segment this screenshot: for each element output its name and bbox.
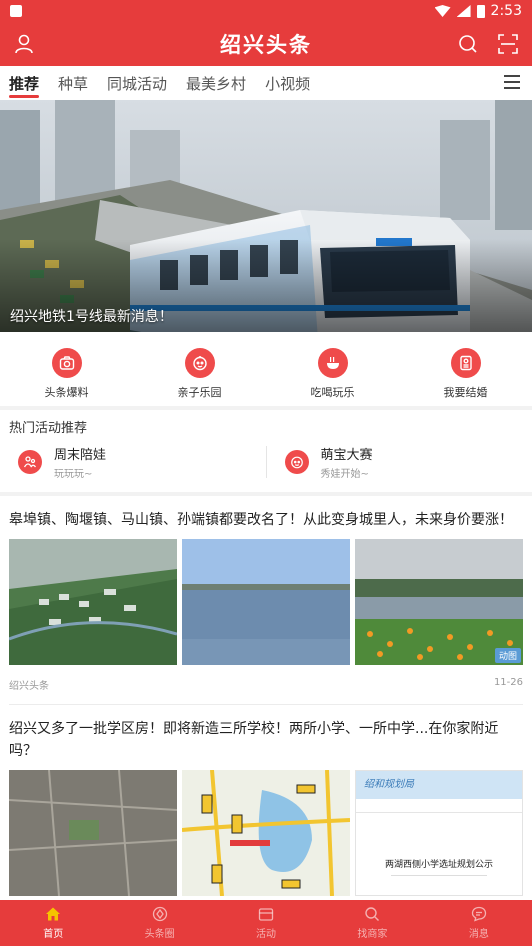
tab-recommend[interactable]: 推荐 [9,66,40,100]
bowl-icon [317,348,348,378]
app-bar: 绍兴头条 [0,22,532,66]
status-time: 2:53 [490,3,522,19]
baby-face-icon [184,348,215,378]
activity-subtitle: 秀娃开始~ [320,469,369,480]
banner-caption: 绍兴地铁1号线最新消息！ [10,309,173,325]
menu-icon[interactable] [504,75,520,89]
hot-activities: 热门活动推荐 周末陪娃 玩玩玩~ 萌宝大赛 秀娃开始~ [0,410,532,492]
notification-icon [10,5,22,17]
nav-label: 活动 [256,929,277,940]
home-icon [46,907,61,921]
shortcut-food-fun[interactable]: 吃喝玩乐 [266,332,399,406]
article-image-river [182,539,350,665]
shortcut-label: 吃喝玩乐 [310,386,355,399]
nav-home[interactable]: 首页 [0,900,106,946]
document-icon [450,348,481,378]
baby-face-icon [284,450,309,474]
shortcut-wedding[interactable]: 我要结婚 [399,332,532,406]
article-image-satellite [9,770,177,896]
calendar-icon [258,908,274,921]
person-icon[interactable] [12,32,36,56]
article-image-aerial [9,539,177,665]
chat-icon [471,906,486,922]
nav-label: 头条圈 [144,929,175,940]
news-article[interactable]: 绍兴又多了一批学区房！即将新造三所学校！两所小学、一所中学...在你家附近吗？ [0,705,532,896]
family-icon [18,450,42,474]
activity-title: 萌宝大赛 [320,448,373,463]
tab-zhongcao[interactable]: 种草 [58,66,88,100]
nav-events[interactable]: 活动 [213,900,319,946]
compass-icon [152,906,167,922]
battery-icon [476,4,485,18]
channel-tabs: 推荐 种草 同城活动 最美乡村 小视频 [0,66,532,100]
doc-header: 绍和规划局 [356,771,522,799]
article-image-map [182,770,350,896]
shortcut-news-tip[interactable]: 头条爆料 [0,332,133,406]
activity-weekend-kids[interactable]: 周末陪娃 玩玩玩~ [0,446,266,480]
article-date: 11-26 [493,677,523,688]
nav-label: 消息 [468,929,489,940]
nav-messages[interactable]: 消息 [426,900,532,946]
wifi-icon [434,5,451,17]
shortcut-kids-park[interactable]: 亲子乐园 [133,332,266,406]
article-headline: 绍兴又多了一批学区房！即将新造三所学校！两所小学、一所中学...在你家附近吗？ [9,721,499,759]
search-icon[interactable] [456,32,480,56]
metro-train-image [0,100,532,332]
app-title: 绍兴头条 [220,32,312,57]
shortcut-label: 亲子乐园 [177,386,222,399]
status-bar: 2:53 [0,0,532,22]
banner-carousel[interactable]: 绍兴地铁1号线最新消息！ [0,100,532,332]
article-headline: 皋埠镇、陶堰镇、马山镇、孙端镇都要改名了！从此变身城里人，未来身价要涨！ [9,512,513,528]
doc-title: 两湖西侧小学选址规划公示 [384,860,493,870]
search-icon [365,907,380,921]
nav-label: 找商家 [357,929,388,940]
article-image-flowers: 动图 [355,539,523,665]
activity-title: 周末陪娃 [54,448,107,463]
tab-villages[interactable]: 最美乡村 [186,66,246,100]
nav-circle[interactable]: 头条圈 [106,900,212,946]
bottom-nav: 首页 头条圈 活动 找商家 消息 [0,900,532,946]
scan-icon[interactable] [496,32,520,56]
activity-subtitle: 玩玩玩~ [54,469,93,480]
shortcut-grid: 头条爆料 亲子乐园 吃喝玩乐 我要结婚 [0,332,532,406]
news-article[interactable]: 皋埠镇、陶堰镇、马山镇、孙端镇都要改名了！从此变身城里人，未来身价要涨！ 动图 … [0,496,532,705]
section-title: 热门活动推荐 [9,421,88,436]
article-source: 绍兴头条 [9,681,49,692]
nav-merchants[interactable]: 找商家 [319,900,425,946]
shortcut-label: 头条爆料 [44,386,89,399]
tab-city-events[interactable]: 同城活动 [107,66,167,100]
signal-icon [456,5,471,17]
shortcut-label: 我要结婚 [443,386,488,399]
news-feed: 皋埠镇、陶堰镇、马山镇、孙端镇都要改名了！从此变身城里人，未来身价要涨！ 动图 … [0,496,532,900]
article-image-document: 绍和规划局 两湖西侧小学选址规划公示 [355,770,523,896]
camera-icon [51,348,82,378]
tab-short-video[interactable]: 小视频 [265,66,310,100]
activity-baby-contest[interactable]: 萌宝大赛 秀娃开始~ [265,446,532,480]
nav-label: 首页 [43,929,64,940]
gif-badge: 动图 [494,648,521,663]
